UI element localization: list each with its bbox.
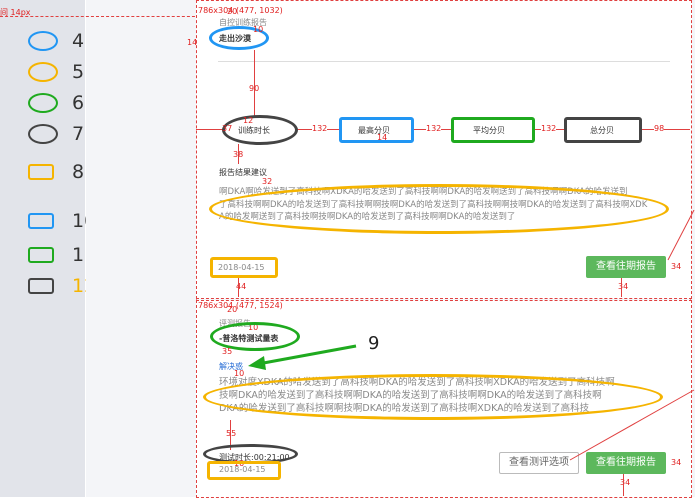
legend-number: 7 (72, 123, 85, 145)
legend-oval-icon (28, 93, 58, 113)
legend-number: 4 (72, 30, 85, 52)
legend-rect-icon (28, 213, 54, 229)
card2-dim-label: 786x304 (477, 1524) (198, 301, 283, 310)
card1-divider (218, 61, 670, 62)
suggestion-title: 报告结果建议 (219, 168, 267, 177)
card1-date: 2018-04-15 (218, 263, 265, 272)
legend-rect-icon (28, 278, 54, 294)
legend-number: 5 (72, 61, 85, 83)
annotation-label: 9 (368, 333, 380, 354)
legend-number: 6 (72, 92, 85, 114)
metric-duration: 训练时长 (238, 125, 270, 136)
annotation-arrow (248, 344, 357, 370)
card1-dim-label: 786x304 (477, 1032) (198, 6, 283, 15)
legend-oval-icon (28, 62, 58, 82)
guide-diagonals (569, 210, 695, 461)
metric-total-db: 总分贝 (590, 126, 614, 135)
guide-top-left (0, 16, 200, 17)
metric-avg-db: 平均分贝 (473, 126, 505, 135)
legend-number: 8 (72, 161, 85, 183)
legend-rect-icon (28, 247, 54, 263)
legend-oval-icon (28, 124, 58, 144)
card2-date: 2018-04-15 (219, 465, 266, 474)
legend-rect-icon (28, 164, 54, 180)
legend-oval-icon (28, 31, 58, 51)
